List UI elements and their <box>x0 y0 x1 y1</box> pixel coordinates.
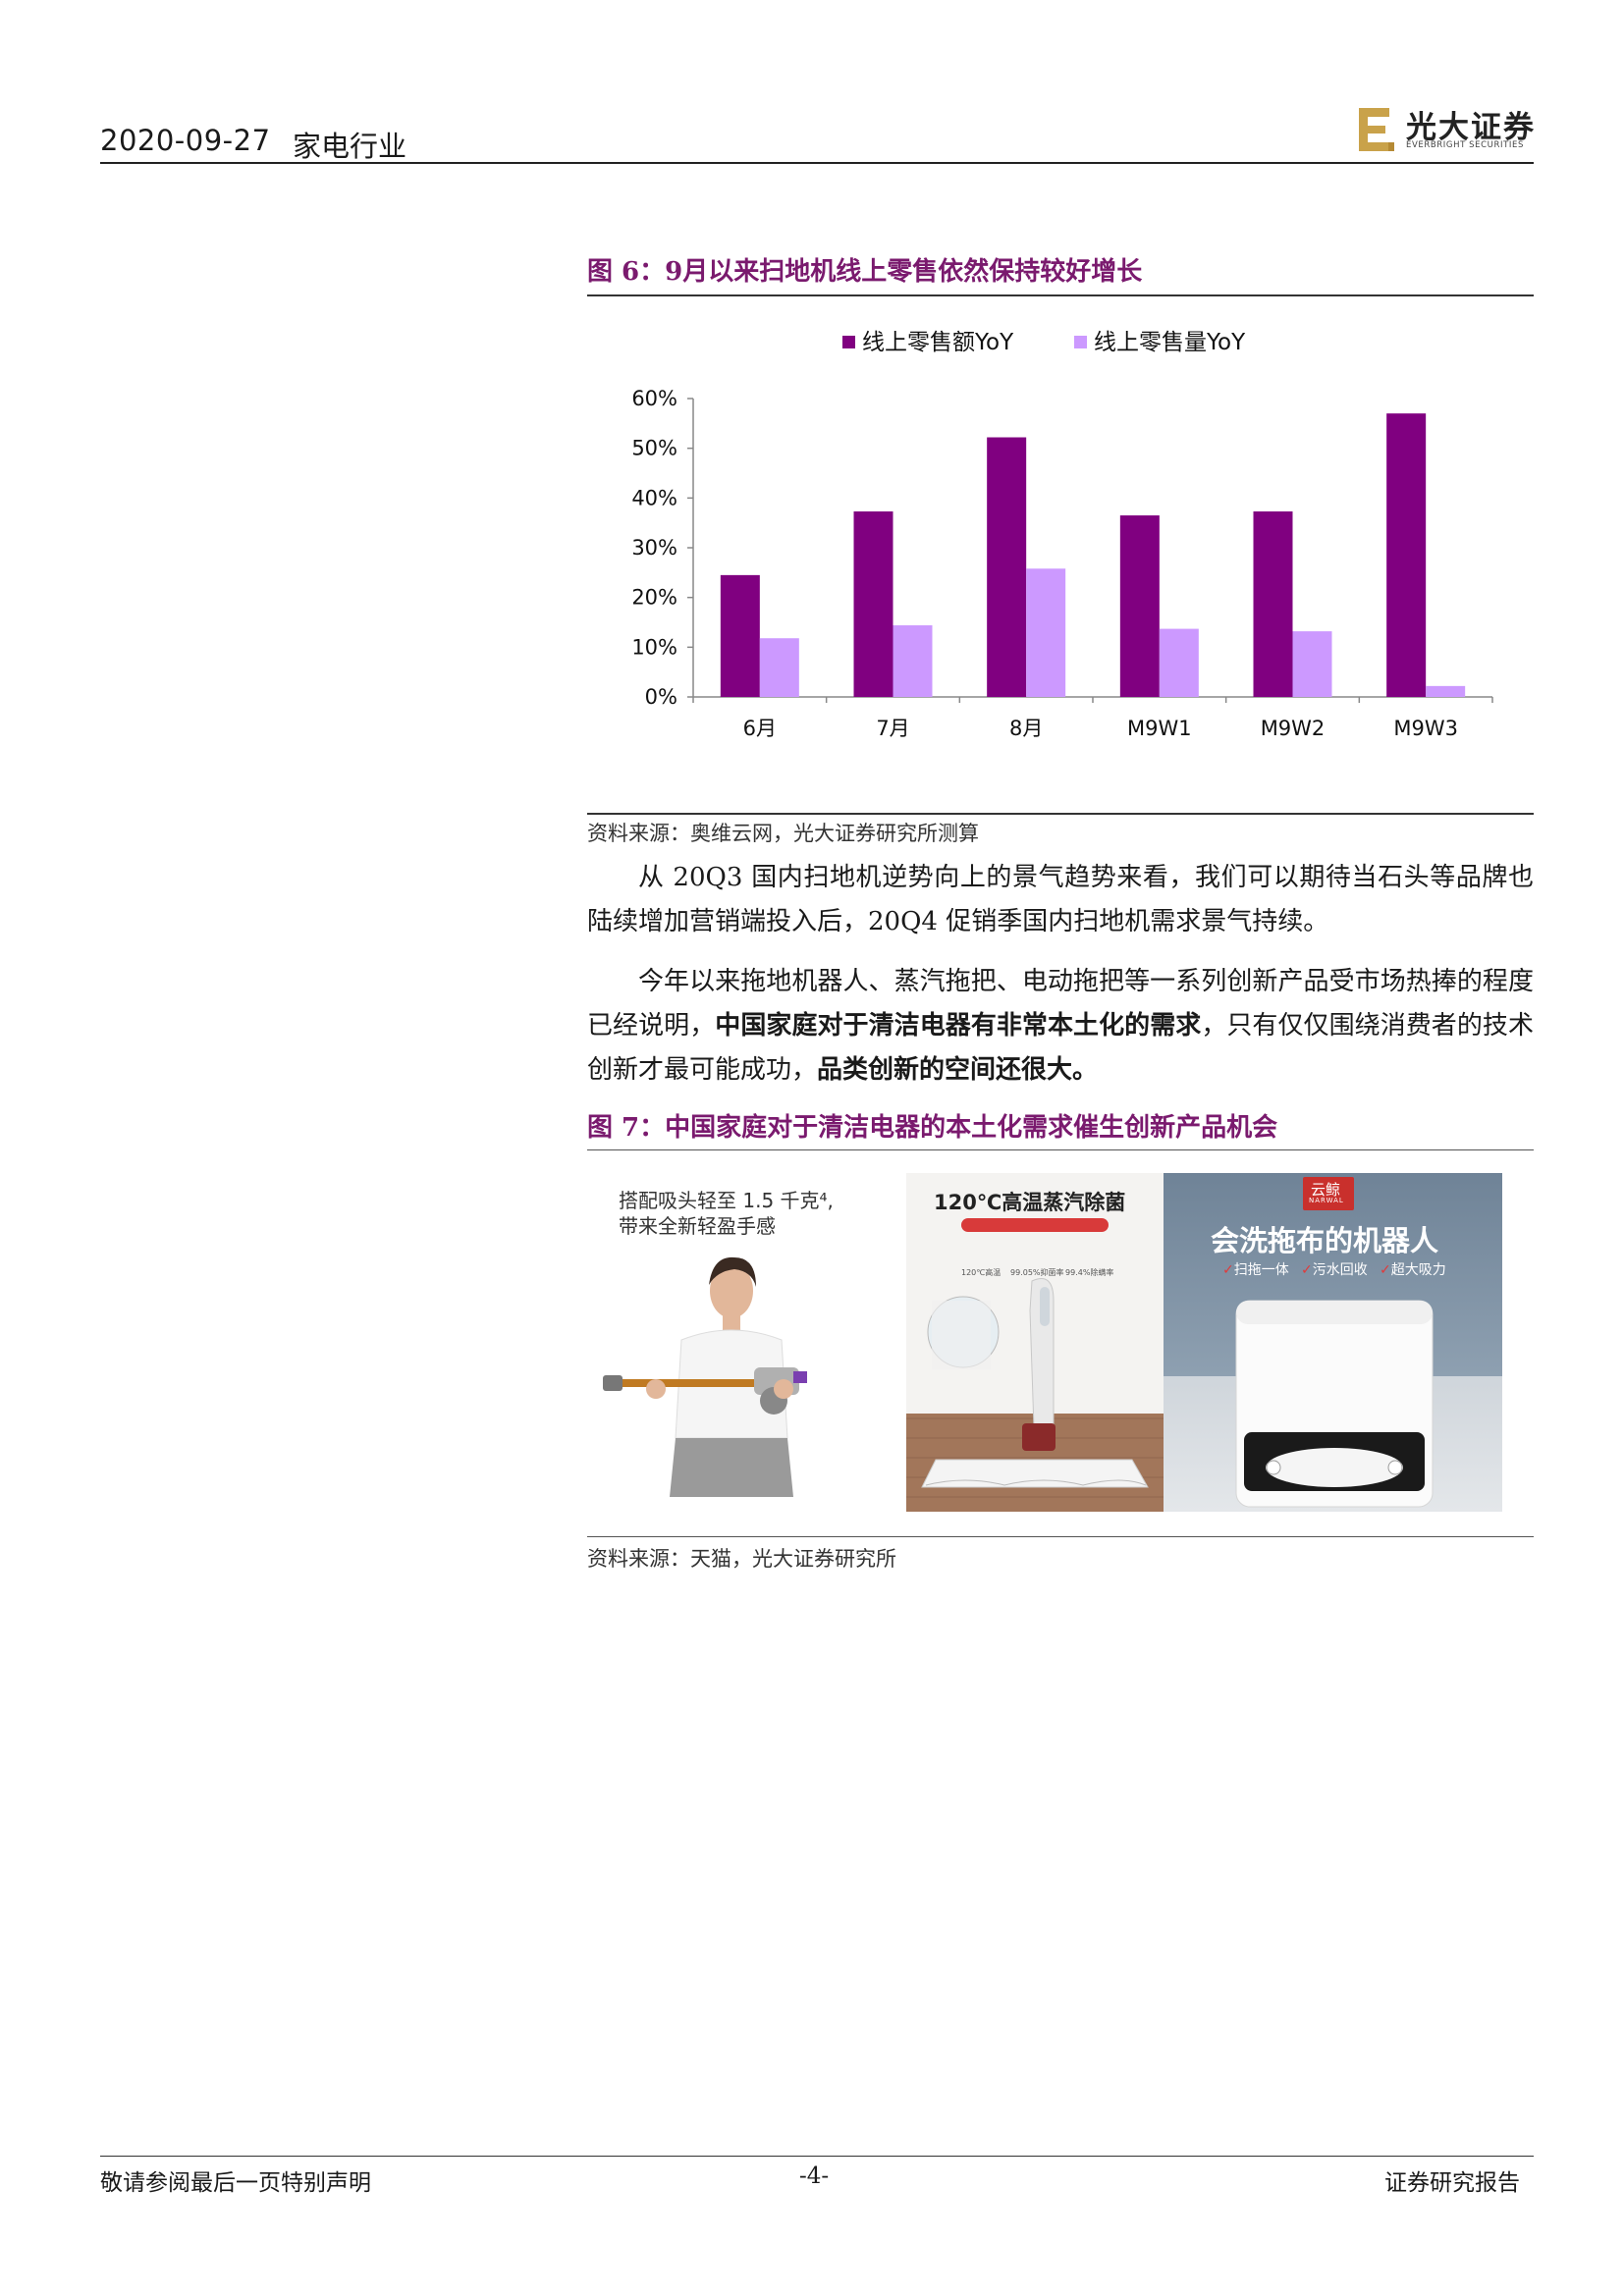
woman-holding-vacuum-icon <box>603 1256 807 1497</box>
bar-volume-yoy <box>1026 568 1066 697</box>
x-tick-label: 7月 <box>876 717 909 740</box>
x-tick-label: 6月 <box>743 717 777 740</box>
footer-rule <box>100 2156 1534 2157</box>
robot-base-station-icon <box>1235 1300 1434 1508</box>
chart-bars <box>720 413 1466 697</box>
bar-volume-yoy <box>1426 685 1466 697</box>
bar-volume-yoy <box>1159 628 1199 697</box>
paragraph-1: 从 20Q3 国内扫地机逆势向上的景气趋势来看，我们可以期待当石头等品牌也陆续增… <box>587 856 1534 944</box>
figure7-top-rule <box>587 1149 1534 1150</box>
y-tick-label: 60% <box>631 387 677 410</box>
x-tick-label: M9W3 <box>1393 717 1458 740</box>
chart-legend: 线上零售额YoY 线上零售量YoY <box>842 330 1246 355</box>
footer-report-type: 证券研究报告 <box>1384 2170 1520 2196</box>
x-tick-label: M9W1 <box>1127 717 1192 740</box>
paragraph-2: 今年以来拖地机器人、蒸汽拖把、电动拖把等一系列创新产品受市场热捧的程度已经说明，… <box>587 960 1534 1093</box>
steam-mop-illustration-icon <box>906 1278 1164 1512</box>
bar-volume-yoy <box>759 638 799 697</box>
y-tick-label: 20% <box>631 586 677 610</box>
bar-sales-yoy <box>720 574 760 697</box>
figure7-source: 资料来源：天猫，光大证券研究所 <box>587 1547 896 1571</box>
x-tick-label: 8月 <box>1009 717 1043 740</box>
bar-sales-yoy <box>1119 515 1160 697</box>
footer-disclaimer: 敬请参阅最后一页特别声明 <box>100 2170 371 2196</box>
x-tick-label: M9W2 <box>1261 717 1326 740</box>
report-date: 2020-09-27 <box>100 124 271 157</box>
legend-label-sales: 线上零售额YoY <box>862 330 1014 355</box>
product-image-cordless-vacuum: 搭配吸头轻至 1.5 千克⁴, 带来全新轻盈手感 <box>587 1173 906 1512</box>
figure7-title: 图 7：中国家庭对于清洁电器的本土化需求催生创新产品机会 <box>587 1113 1278 1143</box>
bar-volume-yoy <box>1292 631 1332 697</box>
paragraph-2-bold-d: 品类创新的空间还很大。 <box>817 1055 1099 1085</box>
chart-x-axis: 6月 7月 8月 M9W1 M9W2 M9W3 <box>692 696 1493 740</box>
y-tick-label: 40% <box>631 486 677 509</box>
figure7-bottom-rule <box>587 1536 1534 1537</box>
y-tick-label: 30% <box>631 536 677 560</box>
legend-swatch-sales <box>842 336 855 348</box>
paragraph-2-bold-a: 中国家庭对于清洁电器有非常本土化的需求 <box>715 1011 1202 1041</box>
figure6-bar-chart: 线上零售额YoY 线上零售量YoY 0% 10% 20% 30% 40% 50% 60% 6… <box>631 330 1493 740</box>
product-image-mop-robot: 云鲸 NARWAL 会洗拖布的机器人 ✓扫拖一体 ✓污水回收 ✓超大吸力 <box>1164 1173 1502 1512</box>
bar-sales-yoy <box>1386 413 1427 697</box>
figure6-title: 图 6：9月以来扫地机线上零售依然保持较好增长 <box>587 257 1143 287</box>
logo-text-en: EVERBRIGHT SECURITIES <box>1406 140 1524 150</box>
y-tick-label: 50% <box>631 437 677 460</box>
bar-sales-yoy <box>987 437 1027 697</box>
figure6-top-rule <box>587 294 1534 296</box>
y-tick-label: 10% <box>631 635 677 659</box>
bar-sales-yoy <box>853 511 893 697</box>
y-tick-label: 0% <box>645 685 677 709</box>
legend-label-volume: 线上零售量YoY <box>1094 330 1246 355</box>
paragraph-1-text: 从 20Q3 国内扫地机逆势向上的景气趋势来看，我们可以期待当石头等品牌也陆续增… <box>587 863 1534 936</box>
page-number: -4- <box>799 2163 830 2189</box>
legend-swatch-volume <box>1074 336 1087 348</box>
chart-y-axis: 0% 10% 20% 30% 40% 50% 60% <box>631 387 694 709</box>
figure6-bottom-rule <box>587 813 1534 815</box>
header-rule <box>100 162 1534 164</box>
product-image-steam-mop: 120℃高温蒸汽除菌 120℃高温 99.05%抑菌率 99.4%除螨率 <box>906 1173 1164 1512</box>
bar-volume-yoy <box>893 625 933 697</box>
bar-sales-yoy <box>1253 511 1293 697</box>
figure6-source: 资料来源：奥维云网，光大证券研究所测算 <box>587 822 979 845</box>
industry-label: 家电行业 <box>293 130 407 163</box>
